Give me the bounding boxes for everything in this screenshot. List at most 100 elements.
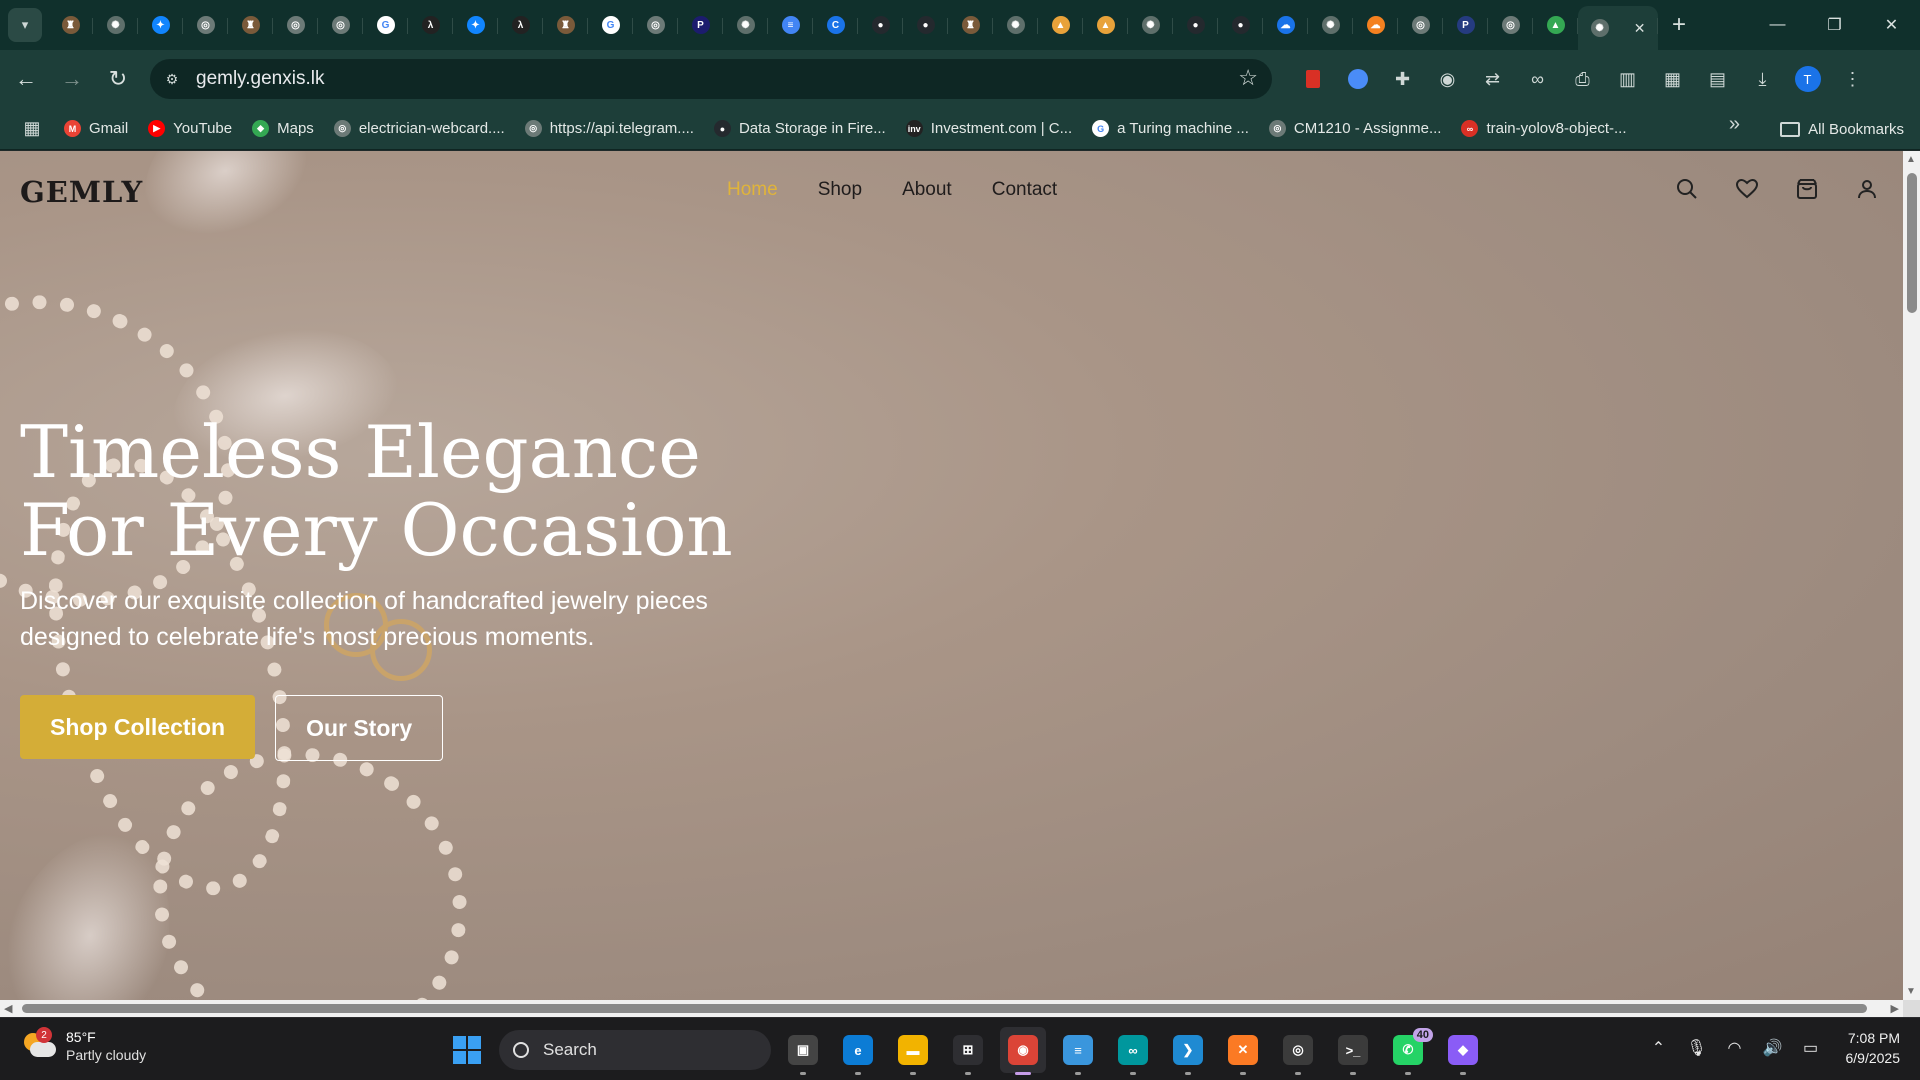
shopping-bag-icon[interactable] [1795,177,1819,201]
translate-extension-icon[interactable] [1335,59,1380,99]
browser-tab[interactable]: ◎ [273,6,318,44]
taskbar-app-xampp[interactable]: ✕ [1220,1027,1266,1075]
menu-kebab-icon[interactable]: ⋮ [1830,59,1875,99]
bookmark-star-icon[interactable]: ☆ [1238,65,1258,91]
bookmark-item[interactable]: ◎ CM1210 - Assignme... [1259,113,1452,145]
microphone-icon[interactable]: 🎙 [1678,1028,1716,1068]
url-text[interactable]: gemly.genxis.lk [196,68,324,90]
browser-tab[interactable]: λ [408,6,453,44]
browser-tab[interactable]: ♜ [543,6,588,44]
vertical-scrollbar[interactable]: ▲ ▼ [1903,151,1920,1000]
browser-tab[interactable]: ✺ [1308,6,1353,44]
browser-tab[interactable]: ◎ [318,6,363,44]
taskbar-app-notepad[interactable]: ≡ [1055,1027,1101,1075]
new-tab-button[interactable]: + [1662,8,1696,42]
download-icon[interactable]: ⤓ [1740,59,1785,99]
reload-button[interactable]: ↻ [98,59,138,99]
search-icon[interactable] [1675,177,1699,201]
nav-link-home[interactable]: Home [727,179,778,201]
taskbar-app-task-view[interactable]: ▣ [780,1027,826,1075]
taskbar-app-terminal[interactable]: >_ [1330,1027,1376,1075]
tab-search-button[interactable]: ▾ [8,8,42,42]
weather-widget[interactable]: 2 85°F Partly cloudy [22,1027,146,1064]
browser-tab[interactable]: ◎ [1488,6,1533,44]
screenshot-icon[interactable]: ◉ [1425,59,1470,99]
browser-tab[interactable]: ▲ [1083,6,1128,44]
user-account-icon[interactable] [1855,177,1879,201]
bookmark-extension-icon[interactable] [1290,59,1335,99]
qr-code-icon[interactable]: ▦ [1650,59,1695,99]
horizontal-scroll-thumb[interactable] [22,1004,1867,1013]
profile-avatar[interactable]: T [1785,59,1830,99]
reading-mode-icon[interactable]: ▥ [1605,59,1650,99]
apps-grid-icon[interactable]: ▦ [10,113,54,145]
bookmark-item[interactable]: ● Data Storage in Fire... [704,113,896,145]
site-info-icon[interactable]: ⚙ [158,65,186,93]
browser-tab[interactable]: ✺ [93,6,138,44]
browser-tab[interactable]: ♜ [228,6,273,44]
active-browser-tab[interactable]: ✺ ✕ [1578,6,1658,50]
close-window-button[interactable]: ✕ [1863,0,1920,50]
taskbar-app-obs[interactable]: ◎ [1275,1027,1321,1075]
vertical-scroll-thumb[interactable] [1907,173,1917,313]
taskbar-app-whatsapp[interactable]: ✆ 40 [1385,1027,1433,1075]
battery-icon[interactable]: ▭ [1792,1028,1830,1068]
browser-tab[interactable]: λ [498,6,543,44]
start-button[interactable] [444,1027,490,1073]
browser-tab[interactable]: ◎ [183,6,228,44]
bookmark-item[interactable]: inv Investment.com | C... [896,113,1082,145]
scroll-down-icon[interactable]: ▼ [1906,986,1916,997]
bookmark-item[interactable]: ∞ train-yolov8-object-... [1451,113,1636,145]
browser-tab[interactable]: ☁ [1263,6,1308,44]
address-bar[interactable]: ⚙ gemly.genxis.lk ☆ [150,59,1272,99]
more-bookmarks-button[interactable]: » [1729,113,1740,136]
wifi-icon[interactable]: ◠ [1716,1028,1754,1068]
browser-tab[interactable]: ✺ [993,6,1038,44]
browser-tab[interactable]: ♜ [48,6,93,44]
our-story-button[interactable]: Our Story [275,695,444,761]
browser-tab[interactable]: ≡ [768,6,813,44]
shop-collection-button[interactable]: Shop Collection [20,695,256,759]
bookmark-item[interactable]: M Gmail [54,113,138,145]
browser-tab[interactable]: ✦ [453,6,498,44]
browser-tab[interactable]: ● [1218,6,1263,44]
clock[interactable]: 7:08 PM 6/9/2025 [1846,1028,1901,1068]
site-logo[interactable]: GEMLY [20,175,143,209]
browser-tab[interactable]: ● [903,6,948,44]
taskbar-app-vscode[interactable]: ❯ [1165,1027,1211,1075]
browser-tab[interactable]: ✦ [138,6,183,44]
browser-tab[interactable]: ◎ [1398,6,1443,44]
scroll-left-icon[interactable]: ◀ [4,1002,12,1015]
volume-icon[interactable]: 🔊 [1754,1028,1792,1068]
browser-tab[interactable]: ♜ [948,6,993,44]
browser-tab[interactable]: P [678,6,723,44]
link-icon[interactable]: ∞ [1515,59,1560,99]
scroll-right-icon[interactable]: ▶ [1891,1002,1899,1015]
side-panel-icon[interactable]: ▤ [1695,59,1740,99]
browser-tab[interactable]: P [1443,6,1488,44]
browser-tab[interactable]: C [813,6,858,44]
print-icon[interactable]: ⎙ [1560,59,1605,99]
taskbar-app-file-explorer[interactable]: ▬ [890,1027,936,1075]
bookmark-item[interactable]: ◎ electrician-webcard.... [324,113,515,145]
bookmark-item[interactable]: Ga Turing machine ... [1082,113,1259,145]
browser-tab[interactable]: ◎ [633,6,678,44]
horizontal-scrollbar[interactable]: ◀ ▶ [0,1000,1903,1017]
nav-link-about[interactable]: About [902,179,952,201]
browser-tab[interactable]: ✺ [1128,6,1173,44]
scroll-up-icon[interactable]: ▲ [1906,154,1916,165]
puzzle-extensions-icon[interactable]: ✚ [1380,59,1425,99]
translate-page-icon[interactable]: ⇄ [1470,59,1515,99]
bookmark-item[interactable]: ◎ https://api.telegram.... [515,113,704,145]
bookmark-item[interactable]: ▶ YouTube [138,113,242,145]
heart-icon[interactable] [1735,177,1759,201]
taskbar-app-edge[interactable]: e [835,1027,881,1075]
forward-button[interactable]: → [52,59,92,99]
taskbar-app-chrome[interactable]: ◉ [1000,1027,1046,1075]
nav-link-contact[interactable]: Contact [992,179,1057,201]
browser-tab[interactable]: ▲ [1038,6,1083,44]
nav-link-shop[interactable]: Shop [818,179,862,201]
close-tab-icon[interactable]: ✕ [1634,20,1646,37]
taskbar-app-microsoft-store[interactable]: ⊞ [945,1027,991,1075]
back-button[interactable]: ← [6,59,46,99]
